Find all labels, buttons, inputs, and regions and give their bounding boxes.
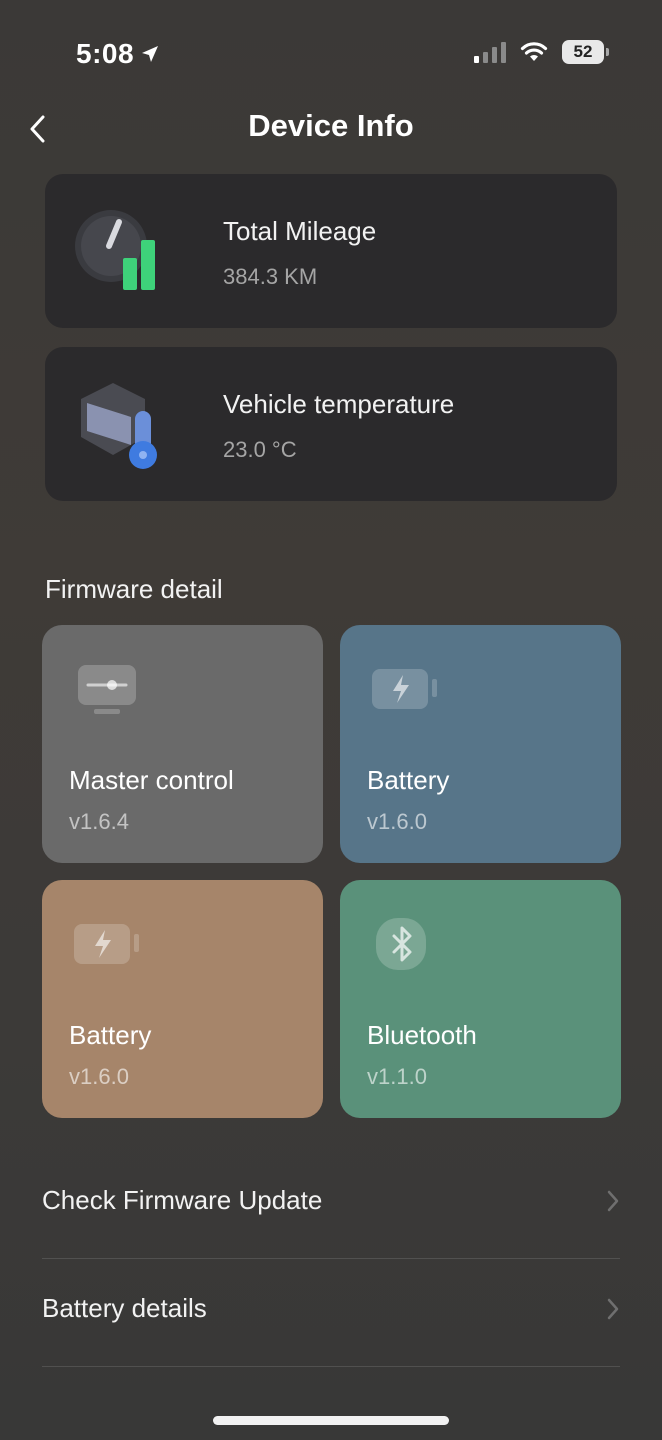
firmware-version: v1.6.0 bbox=[367, 809, 427, 834]
temperature-card: Vehicle temperature 23.0 °C bbox=[45, 347, 617, 501]
chevron-right-icon bbox=[607, 1298, 619, 1320]
mileage-title: Total Mileage bbox=[223, 216, 377, 246]
firmware-card-battery-1[interactable]: Battery v1.6.0 bbox=[340, 625, 621, 863]
battery-details-row[interactable]: Battery details bbox=[42, 1259, 620, 1367]
battery-icon bbox=[74, 924, 139, 964]
page-title: Device Info bbox=[248, 108, 414, 143]
firmware-name: Bluetooth bbox=[367, 1020, 477, 1050]
firmware-name: Battery bbox=[69, 1020, 152, 1050]
speedometer-icon bbox=[75, 210, 155, 290]
chevron-right-icon bbox=[607, 1190, 619, 1212]
firmware-card-battery-2[interactable]: Battery v1.6.0 bbox=[42, 880, 323, 1118]
firmware-version: v1.1.0 bbox=[367, 1064, 427, 1089]
wifi-icon bbox=[520, 42, 548, 61]
time-text: 5:08 bbox=[76, 38, 135, 69]
firmware-version: v1.6.0 bbox=[69, 1064, 129, 1089]
firmware-section-title: Firmware detail bbox=[45, 574, 223, 604]
mileage-value: 384.3 KM bbox=[223, 264, 318, 289]
temperature-value: 23.0 °C bbox=[223, 437, 297, 462]
home-indicator[interactable] bbox=[213, 1416, 449, 1425]
battery-level: 52 bbox=[573, 42, 593, 61]
nav-bar: Device Info bbox=[0, 96, 662, 162]
temperature-title: Vehicle temperature bbox=[223, 389, 455, 419]
firmware-card-master-control[interactable]: Master control v1.6.4 bbox=[42, 625, 323, 863]
list-item-label: Check Firmware Update bbox=[42, 1185, 323, 1215]
check-firmware-update-row[interactable]: Check Firmware Update bbox=[42, 1151, 620, 1259]
firmware-name: Master control bbox=[69, 765, 234, 795]
status-time: 5:08 bbox=[76, 38, 160, 70]
firmware-name: Battery bbox=[367, 765, 450, 795]
battery-icon: 52 bbox=[562, 40, 609, 64]
cellular-signal-icon bbox=[474, 41, 506, 63]
battery-icon bbox=[372, 669, 437, 709]
location-arrow-icon bbox=[142, 46, 159, 62]
status-icons: 52 bbox=[474, 40, 609, 64]
bluetooth-icon bbox=[376, 918, 426, 970]
list-item-label: Battery details bbox=[42, 1293, 207, 1323]
thermometer-icon bbox=[81, 383, 157, 469]
controller-icon bbox=[78, 665, 136, 714]
firmware-version: v1.6.4 bbox=[69, 809, 129, 834]
firmware-card-bluetooth[interactable]: Bluetooth v1.1.0 bbox=[340, 880, 621, 1118]
mileage-card: Total Mileage 384.3 KM bbox=[45, 174, 617, 328]
status-bar: 5:08 52 bbox=[0, 0, 662, 100]
